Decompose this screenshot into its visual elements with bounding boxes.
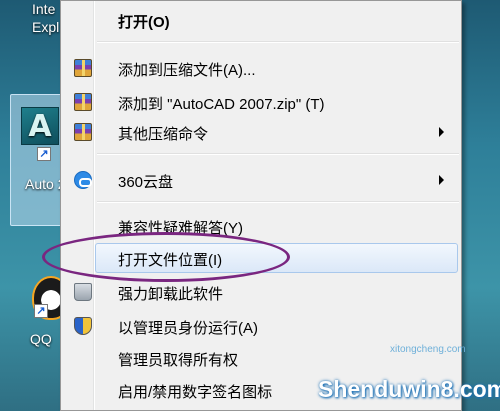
menu-item-label: 其他压缩命令 [118, 126, 209, 143]
desktop-icon-label: Inte Expl [32, 1, 60, 35]
menu-item-add-to-archive[interactable]: 添加到压缩文件(A)... [64, 53, 458, 83]
menu-item-label: 启用/禁用数字签名图标 [118, 384, 273, 401]
archive-icon [74, 59, 92, 77]
menu-item-open-file-location[interactable]: 打开文件位置(I) [64, 243, 458, 273]
shortcut-arrow-icon: ↗ [34, 304, 48, 318]
cloud-icon [74, 171, 92, 189]
context-menu: 打开(O) 添加到压缩文件(A)... 添加到 "AutoCAD 2007.zi… [60, 0, 462, 411]
shield-icon [74, 317, 92, 335]
menu-separator [97, 201, 459, 203]
menu-item-label: 添加到 "AutoCAD 2007.zip" (T) [118, 96, 325, 113]
menu-item-label: 以管理员身份运行(A) [118, 320, 258, 337]
menu-separator [97, 153, 459, 155]
menu-item-add-to-zip[interactable]: 添加到 "AutoCAD 2007.zip" (T) [64, 87, 458, 117]
menu-separator [97, 41, 459, 43]
desktop-icon-autocad[interactable]: A ↗ Auto 20 [10, 94, 73, 226]
menu-item-label: 360云盘 [118, 174, 174, 191]
trash-icon [74, 283, 92, 301]
menu-item-360-cloud[interactable]: 360云盘 [64, 165, 458, 195]
menu-item-label: 打开(O) [118, 14, 170, 31]
menu-item-label: 管理员取得所有权 [118, 352, 239, 369]
desktop-icon-label: QQ [30, 331, 52, 347]
menu-item-label: 兼容性疑难解答(Y) [118, 220, 243, 237]
menu-item-toggle-signature-icon[interactable]: 启用/禁用数字签名图标 [64, 375, 458, 405]
menu-item-open[interactable]: 打开(O) [64, 5, 458, 35]
submenu-arrow-icon [439, 127, 444, 137]
menu-item-force-uninstall[interactable]: 强力卸载此软件 [64, 277, 458, 307]
menu-item-label: 添加到压缩文件(A)... [118, 62, 256, 79]
shortcut-arrow-icon: ↗ [37, 147, 51, 161]
desktop-icon-internet-explorer[interactable]: Inte Expl [6, 0, 66, 36]
autocad-logo-icon: A [21, 107, 59, 145]
menu-item-other-compress[interactable]: 其他压缩命令 [64, 117, 458, 147]
menu-item-run-as-admin[interactable]: 以管理员身份运行(A) [64, 311, 458, 341]
menu-item-take-ownership[interactable]: 管理员取得所有权 [64, 343, 458, 373]
archive-icon [74, 123, 92, 141]
archive-icon [74, 93, 92, 111]
submenu-arrow-icon [439, 175, 444, 185]
menu-item-compat-troubleshoot[interactable]: 兼容性疑难解答(Y) [64, 211, 458, 241]
menu-item-label: 强力卸载此软件 [118, 286, 224, 303]
menu-item-label: 打开文件位置(I) [118, 252, 223, 269]
